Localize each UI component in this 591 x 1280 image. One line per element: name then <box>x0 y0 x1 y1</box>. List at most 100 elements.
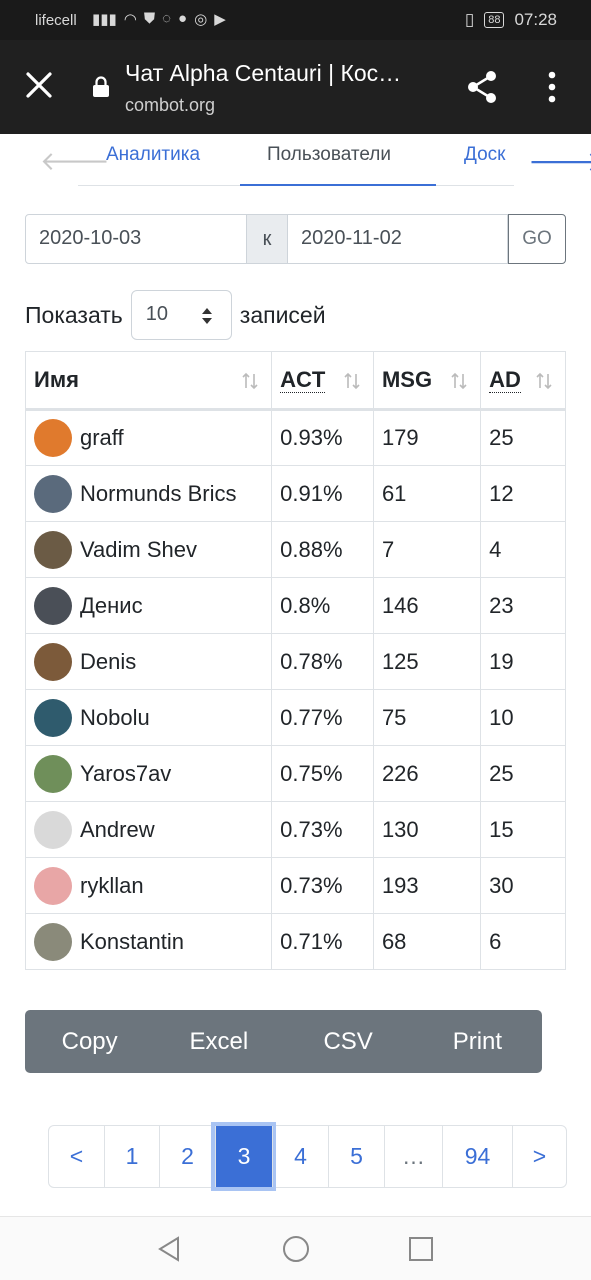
sort-icon <box>451 372 467 390</box>
page-2[interactable]: 2 <box>159 1126 215 1187</box>
name-cell: Denis <box>24 633 273 690</box>
page-94[interactable]: 94 <box>442 1126 512 1187</box>
msg-cell: 130 <box>372 801 482 858</box>
ad-cell: 4 <box>480 521 566 578</box>
act-cell: 0.78% <box>271 633 374 690</box>
home-icon[interactable] <box>282 1235 310 1263</box>
name-cell: Yaros7av <box>24 745 273 802</box>
sort-icon <box>242 372 258 390</box>
table-body: graff 0.93% 179 25 Normunds Brics 0.91% 61 12 Va… <box>24 409 566 970</box>
act-cell: 0.73% <box>271 857 374 914</box>
table-row: graff 0.93% 179 25 <box>24 409 566 466</box>
user-name[interactable]: Andrew <box>80 817 155 843</box>
act-cell: 0.73% <box>271 801 374 858</box>
avatar <box>34 642 72 681</box>
msg-cell: 61 <box>372 465 482 522</box>
avatar <box>34 866 72 905</box>
name-cell: Konstantin <box>24 913 273 970</box>
table-row: Normunds Brics 0.91% 61 12 <box>24 465 566 522</box>
table-row: Denis 0.78% 125 19 <box>24 633 566 690</box>
avatar <box>34 474 72 513</box>
table-header-row: Имя ACT MSG AD <box>24 351 566 411</box>
act-cell: 0.88% <box>271 521 374 578</box>
user-name[interactable]: graff <box>80 425 124 451</box>
page-1[interactable]: 1 <box>104 1126 159 1187</box>
table-row: Yaros7av 0.75% 226 25 <box>24 745 566 802</box>
table-row: Nobolu 0.77% 75 10 <box>24 689 566 746</box>
page-ellipsis: … <box>384 1126 442 1187</box>
msg-cell: 125 <box>372 633 482 690</box>
table-viewport: Имя ACT MSG AD graff 0.93% 179 25 Normunds B… <box>0 0 566 1280</box>
recents-icon[interactable] <box>408 1235 434 1263</box>
name-cell: Vadim Shev <box>24 521 273 578</box>
act-cell: 0.93% <box>271 409 374 466</box>
page-prev[interactable]: < <box>49 1126 104 1187</box>
msg-cell: 75 <box>372 689 482 746</box>
name-cell: Nobolu <box>24 689 273 746</box>
print-button[interactable]: Print <box>413 1010 542 1073</box>
ad-cell: 23 <box>480 577 566 634</box>
table-row: Andrew 0.73% 130 15 <box>24 801 566 858</box>
msg-cell: 193 <box>372 857 482 914</box>
user-name[interactable]: Vadim Shev <box>80 537 197 563</box>
msg-cell: 146 <box>372 577 482 634</box>
user-name[interactable]: Denis <box>80 649 136 675</box>
table-row: Денис 0.8% 146 23 <box>24 577 566 634</box>
user-name[interactable]: Konstantin <box>80 929 184 955</box>
table-row: rykllan 0.73% 193 30 <box>24 857 566 914</box>
user-name[interactable]: Normunds Brics <box>80 481 236 507</box>
column-name[interactable]: Имя <box>24 351 273 411</box>
act-cell: 0.71% <box>271 913 374 970</box>
act-cell: 0.77% <box>271 689 374 746</box>
act-cell: 0.75% <box>271 745 374 802</box>
system-nav-bar <box>0 1216 591 1280</box>
user-name[interactable]: rykllan <box>80 873 144 899</box>
avatar <box>34 698 72 737</box>
avatar <box>34 922 72 961</box>
avatar <box>34 419 72 457</box>
sort-icon <box>536 372 552 390</box>
column-msg[interactable]: MSG <box>372 351 482 411</box>
table-row: Vadim Shev 0.88% 7 4 <box>24 521 566 578</box>
page-3[interactable]: 3 <box>215 1126 272 1187</box>
table-row: Konstantin 0.71% 68 6 <box>24 913 566 970</box>
ad-cell: 25 <box>480 409 566 466</box>
back-icon[interactable] <box>156 1235 182 1263</box>
name-cell: Normunds Brics <box>24 465 273 522</box>
ad-cell: 12 <box>480 465 566 522</box>
avatar <box>34 530 72 569</box>
avatar <box>34 754 72 793</box>
msg-cell: 179 <box>372 409 482 466</box>
users-table: Имя ACT MSG AD graff 0.93% 179 25 Normunds B… <box>24 351 566 970</box>
page-next[interactable]: > <box>512 1126 566 1187</box>
avatar <box>34 810 72 849</box>
name-cell: graff <box>24 409 273 466</box>
avatar <box>34 586 72 625</box>
column-act[interactable]: ACT <box>271 351 374 411</box>
name-cell: rykllan <box>24 857 273 914</box>
sort-icon <box>344 372 360 390</box>
name-cell: Денис <box>24 577 273 634</box>
excel-button[interactable]: Excel <box>154 1010 283 1073</box>
ad-cell: 25 <box>480 745 566 802</box>
column-ad[interactable]: AD <box>480 351 566 411</box>
ad-cell: 10 <box>480 689 566 746</box>
page-4[interactable]: 4 <box>272 1126 328 1187</box>
page-5[interactable]: 5 <box>328 1126 384 1187</box>
msg-cell: 226 <box>372 745 482 802</box>
user-name[interactable]: Денис <box>80 593 143 619</box>
msg-cell: 7 <box>372 521 482 578</box>
csv-button[interactable]: CSV <box>284 1010 413 1073</box>
ad-cell: 19 <box>480 633 566 690</box>
act-cell: 0.91% <box>271 465 374 522</box>
ad-cell: 6 <box>480 913 566 970</box>
msg-cell: 68 <box>372 913 482 970</box>
user-name[interactable]: Nobolu <box>80 705 150 731</box>
name-cell: Andrew <box>24 801 273 858</box>
pagination: < 1 2 3 4 5 … 94 > <box>48 1125 567 1188</box>
user-name[interactable]: Yaros7av <box>80 761 171 787</box>
export-button-group: Copy Excel CSV Print <box>25 1010 542 1073</box>
copy-button[interactable]: Copy <box>25 1010 154 1073</box>
ad-cell: 30 <box>480 857 566 914</box>
act-cell: 0.8% <box>271 577 374 634</box>
